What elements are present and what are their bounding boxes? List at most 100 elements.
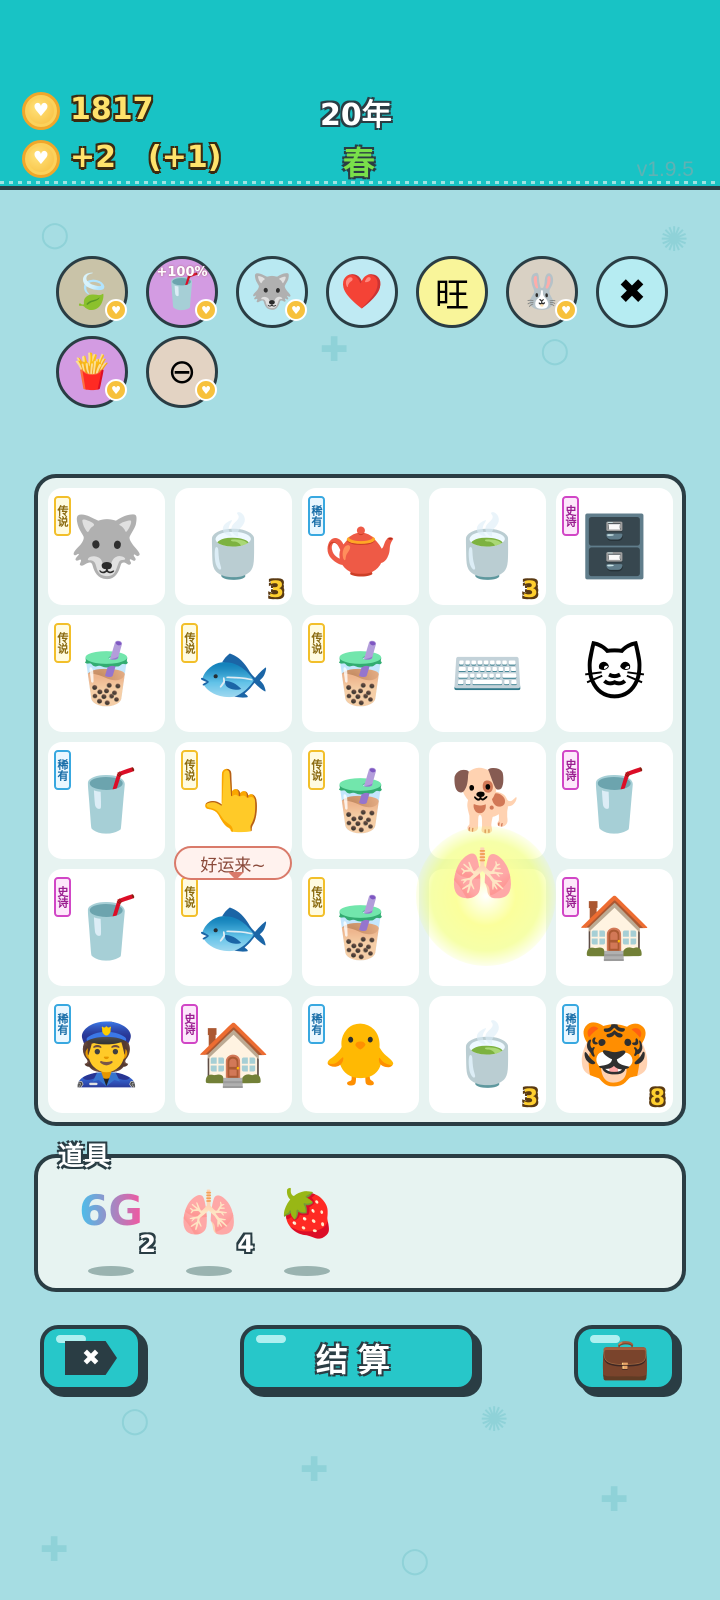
bg-plus-icon: ✚ [600, 1480, 629, 1520]
income-bonus: (+1) [148, 140, 222, 175]
milk-tea-tall-icon: 🥤 [577, 765, 652, 836]
rarity-badge: 传说 [181, 623, 198, 663]
milk-tea-tall-icon: 🥤 [69, 892, 144, 963]
board-cell-tea-bowl[interactable]: 🍵 3 [429, 996, 546, 1113]
version-label: v1.9.5 [636, 158, 694, 181]
bg-gear-icon: ✺ [660, 220, 689, 260]
item-count: 3 [268, 578, 284, 603]
heart-coin-icon: ♥ [285, 299, 307, 321]
item-count: 8 [649, 1086, 665, 1111]
heart-fan-icon: ❤️ [340, 272, 384, 312]
board-cell-pointing-hand[interactable]: 👆 传说 [175, 742, 292, 859]
item-count: 3 [522, 1086, 538, 1111]
heart-coin-icon: ♥ [105, 379, 127, 401]
rarity-badge: 稀有 [308, 496, 325, 536]
board-cell-koi-fish-marked[interactable]: 🐟 传说 [175, 615, 292, 732]
teapot-icon: 🫖 [323, 511, 398, 582]
rarity-badge: 传说 [308, 877, 325, 917]
tool-shadow [284, 1266, 330, 1276]
buff-sticks-icon[interactable]: ✖ [596, 256, 668, 328]
item-count: 3 [522, 578, 538, 603]
board-cell-chick[interactable]: 🐥 稀有 [302, 996, 419, 1113]
cat-icon: 🐱 [583, 638, 646, 709]
rarity-badge: 史诗 [54, 877, 71, 917]
year-label: 20年 [320, 98, 392, 133]
board-cell-teapot[interactable]: 🫖 稀有 [302, 488, 419, 605]
board-cell-milk-tea-tall[interactable]: 🥤 史诗 [48, 869, 165, 986]
settle-label: 结算 [315, 1341, 400, 1379]
buff-fries-icon[interactable]: 🍟 ♥ [56, 336, 128, 408]
tool-shadow [88, 1266, 134, 1276]
6g-icon: 6G [76, 1186, 146, 1235]
bag-button[interactable]: 💼 [574, 1325, 676, 1391]
bg-ring-icon: ○ [540, 330, 570, 370]
rarity-badge: 传说 [54, 623, 71, 663]
rarity-badge: 稀有 [562, 1004, 579, 1044]
keyboard-icon: ⌨️ [450, 638, 525, 709]
tool-bayberry[interactable]: 🍓 [272, 1186, 352, 1276]
board-cell-tea-bowl[interactable]: 🍵 3 [429, 488, 546, 605]
settle-button[interactable]: 结算 [240, 1325, 476, 1391]
tools-title: 道具 [58, 1142, 111, 1172]
buff-leaf-icon[interactable]: 🍃 ♥ [56, 256, 128, 328]
wang-tiles-icon: 旺 [435, 275, 469, 316]
sticks-icon: ✖ [617, 272, 647, 312]
buff-wang-tiles-icon[interactable]: 旺 [416, 256, 488, 328]
heart-coin-icon: ♥ [105, 299, 127, 321]
tiger-icon: 🐯 [577, 1019, 652, 1090]
rarity-badge: 稀有 [54, 1004, 71, 1044]
speech-bubble: 好运来~ [174, 846, 292, 880]
police-boy-icon: 👮 [69, 1019, 144, 1090]
income-per-turn: +2 [70, 140, 117, 175]
tool-6g[interactable]: 6G 2 [76, 1186, 156, 1276]
chick-icon: 🐥 [323, 1019, 398, 1090]
buff-tag: +100% [156, 265, 208, 280]
status-header: ♥ 1817 ♥ +2 (+1) 20年 春 v1.9.5 [0, 0, 720, 190]
board-cell-rabbit-house[interactable]: 🏠 史诗 [556, 869, 673, 986]
heart-coin-icon: ♥ [22, 140, 60, 178]
board-cell-milk-tea-tall[interactable]: 🥤 史诗 [556, 742, 673, 859]
liver-icon: 🫁 [180, 1186, 238, 1240]
rarity-badge: 史诗 [181, 1004, 198, 1044]
heart-coin-icon: ♥ [195, 299, 217, 321]
rarity-badge: 传说 [181, 750, 198, 790]
buff-minus-icon[interactable]: ⊖ ♥ [146, 336, 218, 408]
exit-button[interactable]: ✖ [40, 1325, 142, 1391]
tool-count: 2 [139, 1230, 156, 1258]
buff-heart-fan-icon[interactable]: ❤️ [326, 256, 398, 328]
bg-plus-icon: ✚ [320, 330, 349, 370]
heart-coin-icon: ♥ [555, 299, 577, 321]
board-cell-husky-king[interactable]: 🐺 传说 [48, 488, 165, 605]
tools-panel: 6G 2 🫁 4 🍓 [34, 1154, 686, 1292]
board-cell-tea-bowl[interactable]: 🍵 3 [175, 488, 292, 605]
rarity-badge: 史诗 [562, 877, 579, 917]
coin-total: 1817 [70, 92, 154, 127]
board-cell-milk-tea-large[interactable]: 🧋 传说 [48, 615, 165, 732]
season-label: 春 [343, 144, 376, 182]
heart-coin-icon: ♥ [195, 379, 217, 401]
board-cell-husky-dog[interactable]: 🐕 [429, 742, 546, 859]
bayberry-icon: 🍓 [278, 1186, 336, 1240]
board-cell-milk-tea-small[interactable]: 🥤 稀有 [48, 742, 165, 859]
buff-husky-icon[interactable]: 🐺 ♥ [236, 256, 308, 328]
board-cell-milk-tea-large[interactable]: 🧋 传说 [302, 742, 419, 859]
board-cell-keyboard[interactable]: ⌨️ [429, 615, 546, 732]
tool-shadow [186, 1266, 232, 1276]
server-rack-icon: 🗄️ [577, 511, 652, 582]
tea-bowl-icon: 🍵 [196, 511, 271, 582]
buff-rabbit-icon[interactable]: 🐰 ♥ [506, 256, 578, 328]
rarity-badge: 传说 [181, 877, 198, 917]
koi-fish-marked-icon: 🐟 [196, 638, 271, 709]
board-cell-police-boy[interactable]: 👮 稀有 [48, 996, 165, 1113]
board-cell-cat[interactable]: 🐱 [556, 615, 673, 732]
rabbit-house-icon: 🏠 [577, 892, 652, 963]
rarity-badge: 传说 [54, 496, 71, 536]
board-cell-server-rack[interactable]: 🗄️ 史诗 [556, 488, 673, 605]
tool-liver[interactable]: 🫁 4 [174, 1186, 254, 1276]
tea-bowl-icon: 🍵 [450, 511, 525, 582]
board-cell-tiger[interactable]: 🐯 稀有 8 [556, 996, 673, 1113]
board-cell-milk-tea-large[interactable]: 🧋 传说 [302, 869, 419, 986]
board-cell-rabbit-house[interactable]: 🏠 史诗 [175, 996, 292, 1113]
buff-milk-tea-boost-icon[interactable]: 🥤 +100% ♥ [146, 256, 218, 328]
board-cell-milk-tea-large[interactable]: 🧋 传说 [302, 615, 419, 732]
